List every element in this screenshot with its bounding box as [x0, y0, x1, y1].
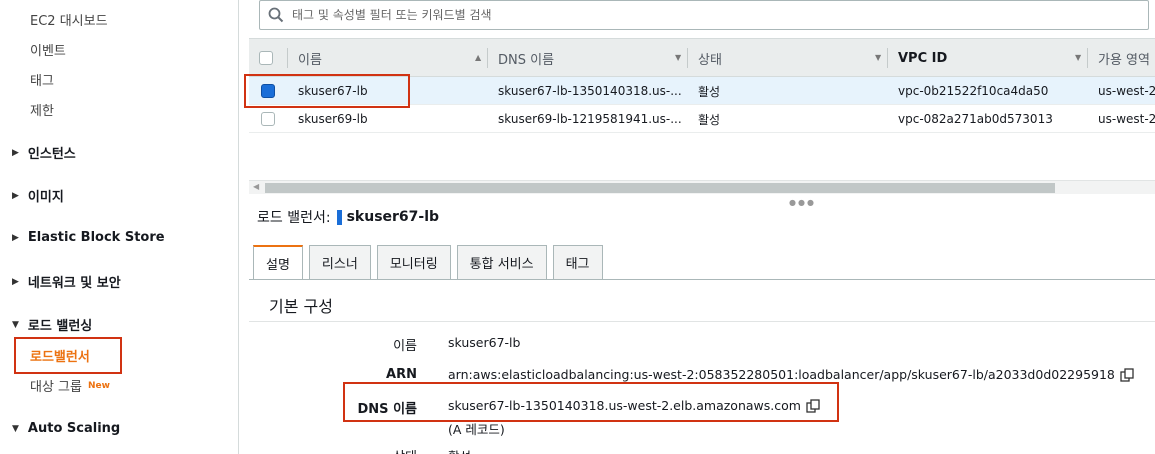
- search-bar[interactable]: [259, 0, 1149, 30]
- select-all-cell: [259, 39, 289, 77]
- chevron-down-icon: ▼: [675, 53, 682, 62]
- tab-integrated-services[interactable]: 통합 서비스: [456, 245, 547, 279]
- sidebar-item-target-groups[interactable]: 대상 그룹 New: [30, 376, 110, 395]
- sidebar-group-label: Auto Scaling: [27, 421, 121, 436]
- tab-listeners[interactable]: 리스너: [308, 245, 371, 279]
- arn-text: arn:aws:elasticloadbalancing:us-west-2:0…: [448, 367, 1115, 382]
- caret-down-icon: ▼: [12, 423, 19, 434]
- load-balancer-table: 이름 ▲ DNS 이름 ▼ 상태 ▼ VPC ID ▼ 가용 영역 skuser…: [249, 38, 1155, 133]
- row-checkbox-cell: [261, 105, 275, 133]
- field-value-name: skuser67-lb: [448, 335, 521, 350]
- table-row[interactable]: skuser69-lb skuser69-lb-1219581941.us-..…: [249, 105, 1155, 133]
- sidebar: EC2 대시보드 이벤트 태그 제한 ▶ 인스턴스 ▶ 이미지 ▶ Elasti…: [0, 0, 239, 454]
- table-row[interactable]: skuser67-lb skuser67-lb-1350140318.us-..…: [249, 77, 1155, 105]
- sort-asc-icon: ▲: [475, 53, 482, 62]
- copy-icon[interactable]: [1120, 367, 1134, 382]
- tab-tags[interactable]: 태그: [552, 245, 603, 279]
- detail-title-name: skuser67-lb: [346, 209, 440, 225]
- sidebar-group-network[interactable]: ▶ 네트워크 및 보안: [12, 272, 121, 291]
- caret-right-icon: ▶: [12, 147, 19, 158]
- sidebar-item-limits[interactable]: 제한: [30, 100, 54, 119]
- sidebar-group-label: Elastic Block Store: [27, 230, 165, 245]
- column-label: DNS 이름: [498, 52, 555, 68]
- column-header-az[interactable]: 가용 영역: [1087, 39, 1155, 77]
- cell-vpc: vpc-0b21522f10ca4da50: [898, 84, 1049, 98]
- scroll-left-icon[interactable]: ◀: [253, 182, 259, 191]
- chevron-down-icon: ▼: [875, 53, 882, 62]
- cell-state: 활성: [698, 84, 721, 99]
- caret-right-icon: ▶: [12, 276, 19, 287]
- cell-name: skuser67-lb: [298, 84, 368, 98]
- tab-monitoring[interactable]: 모니터링: [376, 245, 451, 279]
- sidebar-group-images[interactable]: ▶ 이미지: [12, 186, 64, 205]
- tabs-divider: [249, 279, 1155, 280]
- column-header-vpc[interactable]: VPC ID ▼: [887, 39, 1087, 77]
- sidebar-item-label: 대상 그룹: [30, 380, 82, 395]
- field-value-dns: skuser67-lb-1350140318.us-west-2.elb.ama…: [448, 398, 820, 413]
- cell-dns: skuser69-lb-1219581941.us-...: [498, 112, 682, 126]
- column-label: 이름: [298, 52, 322, 68]
- sidebar-item-ec2-dashboard[interactable]: EC2 대시보드: [30, 10, 108, 29]
- detail-tabs: 설명 리스너 모니터링 통합 서비스 태그: [253, 245, 609, 280]
- column-header-dns[interactable]: DNS 이름 ▼: [487, 39, 687, 77]
- cell-dns: skuser67-lb-1350140318.us-...: [498, 84, 682, 98]
- row-checkbox[interactable]: [261, 84, 275, 98]
- horizontal-scrollbar[interactable]: ◀: [249, 180, 1155, 194]
- sidebar-group-auto-scaling[interactable]: ▼ Auto Scaling: [12, 421, 120, 436]
- sidebar-group-label: 이미지: [27, 190, 64, 205]
- section-divider: [249, 321, 1155, 322]
- column-label: 가용 영역: [1098, 52, 1150, 68]
- detail-title: 로드 밸런서: skuser67-lb: [257, 207, 439, 227]
- resize-handle-icon[interactable]: ●●●: [789, 198, 816, 207]
- dns-text: skuser67-lb-1350140318.us-west-2.elb.ama…: [448, 398, 801, 413]
- field-label-arn: ARN: [386, 367, 417, 382]
- detail-title-prefix: 로드 밸런서:: [257, 210, 331, 226]
- search-input[interactable]: [292, 8, 1092, 22]
- copy-icon[interactable]: [806, 398, 820, 413]
- caret-right-icon: ▶: [12, 232, 19, 243]
- caret-right-icon: ▶: [12, 190, 19, 201]
- sidebar-group-label: 인스턴스: [27, 147, 76, 162]
- column-header-state[interactable]: 상태 ▼: [687, 39, 887, 77]
- sidebar-group-load-balancing[interactable]: ▼ 로드 밸런싱: [12, 315, 92, 334]
- sidebar-item-load-balancers[interactable]: 로드밸런서: [30, 346, 90, 365]
- column-header-name[interactable]: 이름 ▲: [287, 39, 487, 77]
- row-checkbox-cell: [261, 77, 275, 105]
- column-label: VPC ID: [898, 50, 948, 66]
- cell-az: us-west-2: [1098, 84, 1155, 98]
- search-icon: [268, 7, 284, 23]
- selection-indicator: [336, 209, 342, 225]
- scrollbar-thumb[interactable]: [265, 183, 1055, 193]
- new-badge: New: [87, 380, 110, 391]
- chevron-down-icon: ▼: [1075, 53, 1082, 62]
- cell-az: us-west-2: [1098, 112, 1155, 126]
- column-label: 상태: [698, 52, 722, 68]
- table-header: 이름 ▲ DNS 이름 ▼ 상태 ▼ VPC ID ▼ 가용 영역: [249, 38, 1155, 77]
- sidebar-group-label: 네트워크 및 보안: [27, 276, 121, 291]
- cell-vpc: vpc-082a271ab0d573013: [898, 112, 1053, 126]
- field-value-dns-record: (A 레코드): [448, 422, 505, 437]
- cell-name: skuser69-lb: [298, 112, 368, 126]
- field-label-dns: DNS 이름: [357, 402, 417, 417]
- select-all-checkbox[interactable]: [259, 51, 273, 65]
- field-value-arn: arn:aws:elasticloadbalancing:us-west-2:0…: [448, 367, 1134, 382]
- caret-down-icon: ▼: [12, 319, 19, 330]
- tab-description[interactable]: 설명: [253, 245, 303, 280]
- field-label-name: 이름: [393, 339, 417, 354]
- row-checkbox[interactable]: [261, 112, 275, 126]
- section-title: 기본 구성: [269, 297, 333, 316]
- sidebar-group-instances[interactable]: ▶ 인스턴스: [12, 143, 76, 162]
- sidebar-group-label: 로드 밸런싱: [27, 319, 93, 334]
- sidebar-item-tags[interactable]: 태그: [30, 70, 54, 89]
- sidebar-item-events[interactable]: 이벤트: [30, 40, 66, 59]
- field-value-state: 활성: [448, 446, 471, 454]
- sidebar-group-ebs[interactable]: ▶ Elastic Block Store: [12, 230, 165, 245]
- main-content: 이름 ▲ DNS 이름 ▼ 상태 ▼ VPC ID ▼ 가용 영역: [239, 0, 1155, 454]
- field-label-state: 상태: [247, 446, 417, 454]
- cell-state: 활성: [698, 112, 721, 127]
